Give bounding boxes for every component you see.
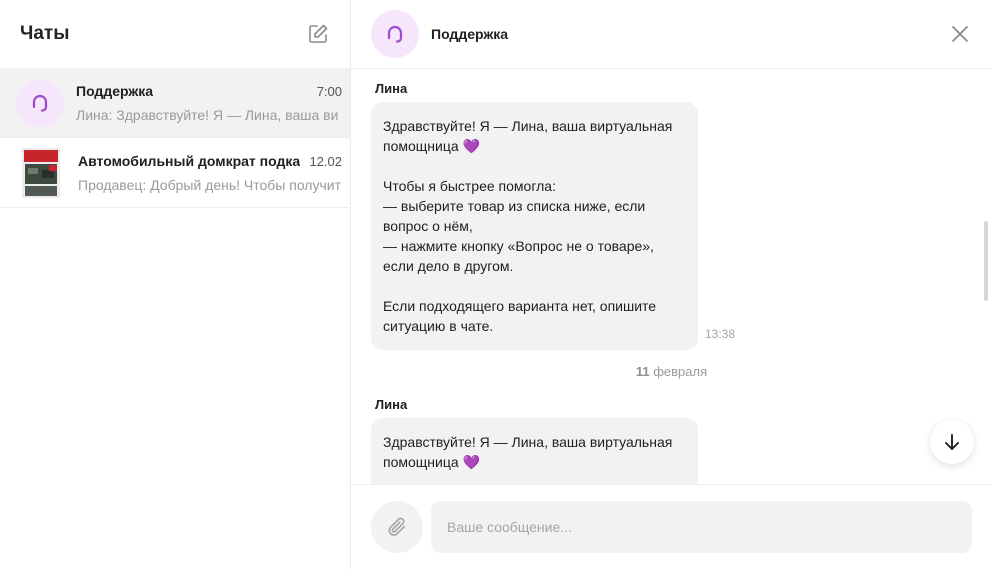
chat-top: Автомобильный домкрат подкат 12.02 <box>78 153 342 169</box>
message-bubble: Здравствуйте! Я — Лина, ваша виртуальная… <box>371 102 698 350</box>
avatar <box>16 78 64 127</box>
message-composer <box>351 484 992 569</box>
message-sender: Лина <box>375 81 408 96</box>
date-separator: 11 февраля <box>351 364 992 379</box>
message-sender: Лина <box>375 397 408 412</box>
close-button[interactable] <box>950 24 970 44</box>
message-time: 13:38 <box>705 327 736 341</box>
chat-name: Поддержка <box>76 82 154 99</box>
chat-name: Автомобильный домкрат подкат <box>78 152 300 169</box>
arrow-down-icon <box>945 434 959 450</box>
message-bubble: Здравствуйте! Я — Лина, ваша виртуальная… <box>371 418 698 484</box>
chat-top: Поддержка 7:00 <box>76 83 342 99</box>
conversation-header: Поддержка <box>351 0 992 69</box>
chat-item-seller[interactable]: Автомобильный домкрат подкат 12.02 Прода… <box>0 138 350 208</box>
new-chat-button[interactable] <box>306 22 330 46</box>
date-day: 11 <box>635 364 650 379</box>
scrollbar[interactable] <box>984 221 988 301</box>
paperclip-icon <box>388 517 406 536</box>
avatar <box>371 10 419 58</box>
chat-item-support[interactable]: Поддержка 7:00 Лина: Здравствуйте! Я — Л… <box>0 68 350 138</box>
attach-button[interactable] <box>371 501 423 553</box>
chat-list: Поддержка 7:00 Лина: Здравствуйте! Я — Л… <box>0 68 350 208</box>
chat-preview: Продавец: Добрый день! Чтобы получит <box>78 176 342 193</box>
chat-time: 7:00 <box>316 83 342 99</box>
message-list[interactable]: Лина Здравствуйте! Я — Лина, ваша виртуа… <box>351 69 992 484</box>
messenger-app: Чаты Поддержка 7:00 Лина: Здравствуйте! … <box>0 0 992 569</box>
edit-icon <box>309 24 328 43</box>
chat-time: 12.02 <box>309 153 342 169</box>
product-image <box>22 147 60 198</box>
headset-icon <box>387 25 403 43</box>
chat-preview: Лина: Здравствуйте! Я — Лина, ваша ви <box>76 106 339 123</box>
product-thumbnail <box>22 147 60 198</box>
sidebar-title: Чаты <box>20 23 70 44</box>
conversation-panel: Поддержка Лина Здравствуйте! Я — Лина, в… <box>351 0 992 569</box>
conversation-title: Поддержка <box>431 26 509 42</box>
date-month: февраля <box>653 364 708 379</box>
sidebar-header: Чаты <box>0 0 350 68</box>
chat-body: Автомобильный домкрат подкат 12.02 Прода… <box>78 153 342 193</box>
chat-body: Поддержка 7:00 Лина: Здравствуйте! Я — Л… <box>76 83 342 123</box>
scroll-down-button[interactable] <box>930 420 974 464</box>
chat-sidebar: Чаты Поддержка 7:00 Лина: Здравствуйте! … <box>0 0 351 569</box>
close-icon <box>952 26 968 42</box>
message-input[interactable] <box>431 501 972 553</box>
headset-icon <box>32 94 48 112</box>
